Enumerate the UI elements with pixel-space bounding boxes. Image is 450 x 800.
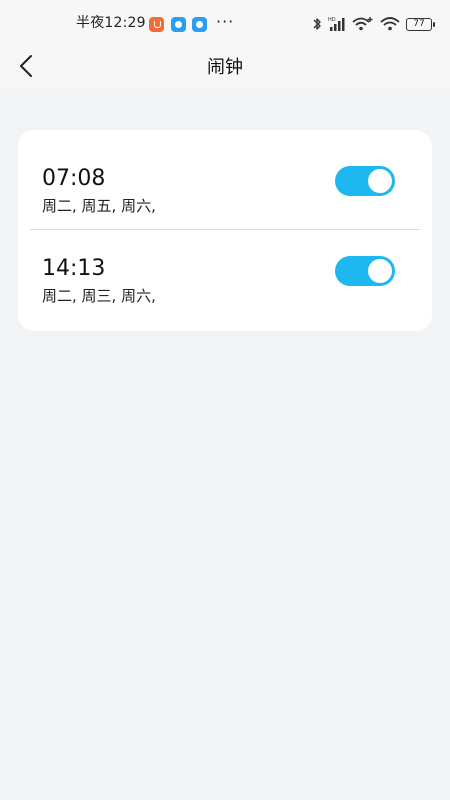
more-notifications-icon: ···: [216, 12, 235, 31]
alarm-list: 07:08 周二, 周五, 周六, 14:13 周二, 周三, 周六,: [18, 130, 432, 331]
signal-icon: HD: [328, 17, 345, 31]
battery-icon: 77: [406, 17, 435, 31]
alarm-item[interactable]: 07:08 周二, 周五, 周六,: [18, 140, 432, 230]
chat-notification-icon: [192, 17, 207, 32]
toggle-knob: [368, 169, 392, 193]
status-icons: HD 77: [312, 15, 435, 33]
wifi-icon: [380, 17, 400, 31]
toggle-knob: [368, 259, 392, 283]
alarm-repeat-days: 周二, 周五, 周六,: [42, 197, 156, 215]
chat-notification-icon: [171, 17, 186, 32]
bluetooth-icon: [313, 18, 321, 30]
page-title: 闹钟: [207, 57, 243, 78]
status-bar: 半夜12:29 ··· HD 77: [0, 0, 450, 46]
header: 闹钟: [0, 46, 450, 88]
alarm-time: 14:13: [42, 256, 106, 281]
alarm-time: 07:08: [42, 166, 106, 191]
status-time: 半夜12:29: [76, 15, 146, 31]
app-notification-icon: [149, 17, 164, 32]
wifi-plus-icon: [352, 17, 373, 31]
alarm-toggle[interactable]: [335, 166, 395, 196]
alarm-repeat-days: 周二, 周三, 周六,: [42, 287, 156, 305]
alarm-toggle[interactable]: [335, 256, 395, 286]
svg-text:HD: HD: [328, 17, 336, 23]
alarm-item[interactable]: 14:13 周二, 周三, 周六,: [18, 230, 432, 320]
